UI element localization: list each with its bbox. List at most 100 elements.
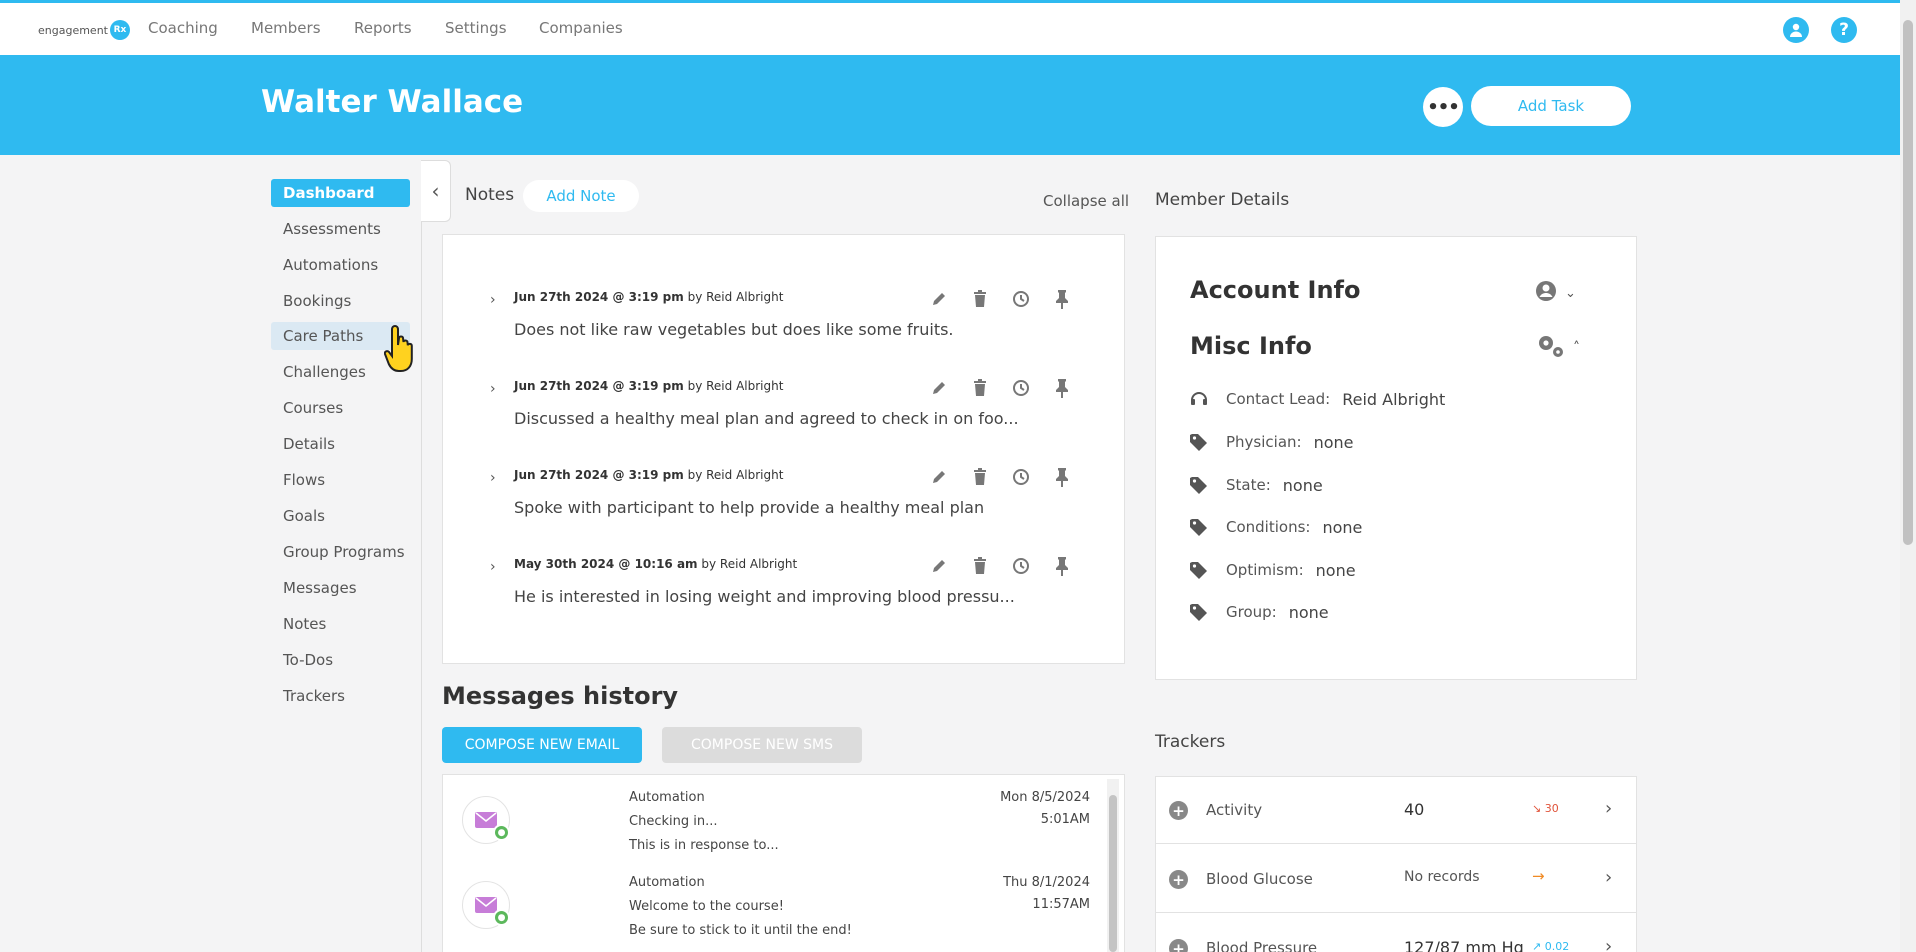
hand-pointer-cursor — [383, 323, 420, 379]
pencil-icon[interactable] — [928, 466, 950, 488]
plus-icon[interactable]: + — [1169, 939, 1188, 952]
sidebar-item-to-dos[interactable]: To-Dos — [271, 646, 410, 674]
chevron-right-icon[interactable]: › — [490, 381, 496, 397]
note-item[interactable]: › Jun 27th 2024 @ 3:19 pm by Reid Albrig… — [490, 468, 1070, 538]
history-icon[interactable] — [1010, 288, 1032, 310]
note-meta: Jun 27th 2024 @ 3:19 pm by Reid Albright — [514, 379, 783, 393]
account-info-heading[interactable]: Account Info — [1190, 276, 1360, 304]
history-icon[interactable] — [1010, 555, 1032, 577]
nav-companies[interactable]: Companies — [539, 19, 623, 37]
trash-icon[interactable] — [969, 555, 991, 577]
sidebar-item-details[interactable]: Details — [271, 430, 410, 458]
tag-icon — [1188, 474, 1210, 496]
history-icon[interactable] — [1010, 377, 1032, 399]
chevron-right-icon[interactable]: › — [1605, 867, 1612, 888]
message-date: Mon 8/5/2024 — [1000, 790, 1090, 805]
compose-sms-button[interactable]: COMPOSE NEW SMS — [662, 727, 862, 763]
detail-value: none — [1282, 475, 1323, 495]
tracker-row-blood-glucose[interactable]: + Blood Glucose No records → › — [1155, 845, 1637, 913]
sidebar-item-goals[interactable]: Goals — [271, 502, 410, 530]
detail-row-group: Group: none — [1188, 600, 1329, 624]
user-account-icon[interactable] — [1783, 17, 1809, 43]
detail-row-physician: Physician: none — [1188, 430, 1354, 454]
sidebar-item-trackers[interactable]: Trackers — [271, 682, 410, 710]
pin-icon[interactable] — [1051, 377, 1073, 399]
page-scrollbar[interactable] — [1900, 0, 1916, 952]
sidebar-item-assessments[interactable]: Assessments — [271, 215, 410, 243]
plus-icon[interactable]: + — [1169, 801, 1188, 820]
pin-icon[interactable] — [1051, 466, 1073, 488]
nav-members[interactable]: Members — [251, 19, 321, 37]
chevron-right-icon[interactable]: › — [490, 559, 496, 575]
tracker-value: No records — [1404, 869, 1480, 885]
sidebar-item-messages[interactable]: Messages — [271, 574, 410, 602]
chevron-right-icon[interactable]: › — [490, 292, 496, 308]
nav-reports[interactable]: Reports — [354, 19, 412, 37]
account-info-controls[interactable]: ⌄ — [1535, 280, 1576, 306]
sidebar-item-dashboard[interactable]: Dashboard — [271, 179, 410, 207]
message-item[interactable]: ● Automation Welcome to the course! Be s… — [442, 865, 1112, 945]
detail-label: Optimism: — [1226, 561, 1304, 579]
messages-history-title: Messages history — [442, 682, 679, 710]
member-name: Walter Wallace — [261, 84, 524, 120]
chevron-right-icon[interactable]: › — [1605, 936, 1612, 952]
note-item[interactable]: › Jun 27th 2024 @ 3:19 pm by Reid Albrig… — [490, 290, 1070, 360]
tracker-name: Blood Glucose — [1206, 870, 1313, 888]
pin-icon[interactable] — [1051, 555, 1073, 577]
user-circle-icon — [1535, 280, 1557, 306]
note-item[interactable]: › May 30th 2024 @ 10:16 am by Reid Albri… — [490, 557, 1070, 627]
detail-label: Contact Lead: — [1226, 390, 1331, 408]
tracker-value: 40 — [1404, 800, 1425, 819]
note-item[interactable]: › Jun 27th 2024 @ 3:19 pm by Reid Albrig… — [490, 379, 1070, 449]
misc-info-controls[interactable]: ˄ — [1535, 332, 1580, 364]
sidebar-item-notes[interactable]: Notes — [271, 610, 410, 638]
add-task-button[interactable]: Add Task — [1471, 86, 1631, 126]
sidebar-item-group-programs[interactable]: Group Programs — [271, 538, 410, 566]
detail-row-state: State: none — [1188, 473, 1323, 497]
note-date: May 30th 2024 @ 10:16 am — [514, 557, 698, 571]
note-text: He is interested in losing weight and im… — [514, 587, 1015, 606]
trash-icon[interactable] — [969, 466, 991, 488]
chevron-right-icon[interactable]: › — [490, 470, 496, 486]
collapse-all-link[interactable]: Collapse all — [1043, 192, 1129, 210]
plus-icon[interactable]: + — [1169, 870, 1188, 889]
messages-scrollbar[interactable] — [1107, 779, 1119, 952]
misc-info-heading[interactable]: Misc Info — [1190, 332, 1312, 360]
detail-value: none — [1288, 602, 1329, 622]
history-icon[interactable] — [1010, 466, 1032, 488]
logo-badge: Rx — [109, 20, 130, 40]
trash-icon[interactable] — [969, 377, 991, 399]
help-icon[interactable]: ? — [1831, 17, 1857, 43]
nav-coaching[interactable]: Coaching — [148, 19, 218, 37]
sidebar-item-bookings[interactable]: Bookings — [271, 287, 410, 315]
message-preview: This is in response to... — [629, 838, 779, 853]
logo[interactable]: engagement Rx — [38, 19, 130, 41]
note-author: by Reid Albright — [687, 468, 784, 482]
headset-icon — [1188, 388, 1210, 410]
page-scrollbar-thumb[interactable] — [1903, 20, 1913, 545]
pencil-icon[interactable] — [928, 288, 950, 310]
pencil-icon[interactable] — [928, 555, 950, 577]
tracker-row-blood-pressure[interactable]: + Blood Pressure 127/87 mm Hg ↗ 0.02 › — [1155, 914, 1637, 952]
sidebar-item-flows[interactable]: Flows — [271, 466, 410, 494]
add-note-button[interactable]: Add Note — [523, 180, 639, 212]
note-date: Jun 27th 2024 @ 3:19 pm — [514, 468, 684, 482]
pin-icon[interactable] — [1051, 288, 1073, 310]
chevron-right-icon[interactable]: › — [1605, 798, 1612, 819]
pencil-icon[interactable] — [928, 377, 950, 399]
messages-scrollbar-thumb[interactable] — [1109, 795, 1117, 952]
more-options-button[interactable]: ••• — [1423, 87, 1463, 127]
note-date: Jun 27th 2024 @ 3:19 pm — [514, 290, 684, 304]
compose-email-button[interactable]: COMPOSE NEW EMAIL — [442, 727, 642, 763]
message-type: Automation — [629, 875, 705, 890]
sidebar-item-automations[interactable]: Automations — [271, 251, 410, 279]
nav-settings[interactable]: Settings — [445, 19, 507, 37]
tracker-row-activity[interactable]: + Activity 40 ↘ 30 › — [1155, 776, 1637, 844]
trend-up-icon: ↗ 0.02 — [1532, 940, 1570, 952]
collapse-sidebar-button[interactable]: ‹ — [421, 160, 451, 222]
message-item[interactable]: ● Automation Checking in... This is in r… — [442, 780, 1112, 860]
tag-icon — [1188, 516, 1210, 538]
sidebar-item-courses[interactable]: Courses — [271, 394, 410, 422]
note-meta: Jun 27th 2024 @ 3:19 pm by Reid Albright — [514, 468, 783, 482]
trash-icon[interactable] — [969, 288, 991, 310]
